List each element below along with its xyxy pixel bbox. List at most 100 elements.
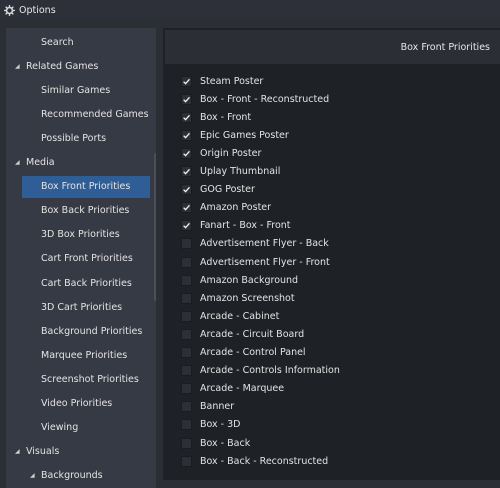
priority-label: Fanart - Box - Front — [200, 220, 291, 232]
title-bar: Options — [0, 0, 500, 20]
checkbox-unchecked[interactable] — [181, 437, 192, 449]
sidebar-item-label: Cart Front Priorities — [41, 253, 133, 265]
checkbox-checked[interactable] — [181, 93, 192, 105]
priority-row[interactable]: Fanart - Box - Front — [181, 217, 491, 235]
checkbox-checked[interactable] — [181, 220, 192, 232]
expand-arrow-icon[interactable]: ◢ — [15, 159, 20, 166]
checkbox-unchecked[interactable] — [181, 401, 192, 413]
sidebar-item-backgrounds[interactable]: ◢ Backgrounds — [6, 465, 156, 487]
sidebar-item-related-games[interactable]: ◢ Related Games — [6, 55, 156, 77]
sidebar-item-label: Box Back Priorities — [41, 205, 130, 217]
sidebar-item-label: Related Games — [26, 60, 99, 72]
checkmark-icon — [183, 114, 190, 121]
sidebar-item-label: Media — [26, 157, 55, 168]
sidebar-item-box-back-priorities[interactable]: Box Back Priorities — [6, 200, 156, 222]
sidebar-item-cart-back-priorities[interactable]: Cart Back Priorities — [6, 272, 156, 294]
priority-label: Arcade - Cabinet — [200, 310, 280, 322]
checkbox-unchecked[interactable] — [181, 383, 192, 395]
sidebar-item-marquee-priorities[interactable]: Marquee Priorities — [6, 344, 156, 366]
sidebar-item-box-front-priorities[interactable]: Box Front Priorities — [22, 175, 150, 198]
sidebar-item-label: Screenshot Priorities — [41, 373, 139, 385]
checkbox-unchecked[interactable] — [181, 256, 192, 268]
checkbox-checked[interactable] — [181, 111, 192, 123]
priority-label: Banner — [200, 401, 235, 413]
checkbox-checked[interactable] — [181, 75, 192, 87]
sidebar-item-search[interactable]: Search — [6, 31, 156, 53]
checkbox-checked[interactable] — [181, 129, 192, 141]
checkmark-icon — [183, 223, 190, 229]
priority-label: Box - Back — [200, 437, 251, 449]
expand-arrow-icon[interactable]: ◢ — [15, 448, 20, 455]
sidebar-item-cart-front-priorities[interactable]: Cart Front Priorities — [6, 248, 156, 270]
checkbox-checked[interactable] — [181, 147, 192, 159]
priority-row[interactable]: Amazon Screenshot — [181, 289, 491, 307]
sidebar-item-background-priorities[interactable]: Background Priorities — [6, 320, 156, 342]
sidebar-item-similar-games[interactable]: Similar Games — [6, 79, 156, 101]
main-panel: Box Front Priorities Steam Poster Box - F… — [163, 28, 500, 480]
checkbox-unchecked[interactable] — [181, 419, 192, 431]
options-sidebar: Search ◢ Related Games Similar Games Recomme… — [6, 28, 156, 488]
priority-row[interactable]: Advertisement Flyer - Back — [181, 235, 491, 253]
priority-label: Advertisement Flyer - Back — [200, 238, 329, 250]
sidebar-item-visuals[interactable]: ◢ Visuals — [6, 441, 156, 463]
priority-label: Arcade - Control Panel — [200, 347, 306, 358]
sidebar-item-viewing[interactable]: Viewing — [6, 417, 156, 439]
expand-arrow-icon[interactable]: ◢ — [30, 472, 35, 479]
sidebar-item-recommended-games[interactable]: Recommended Games — [6, 103, 156, 125]
priority-label: Box - 3D — [200, 419, 241, 431]
priority-row[interactable]: Steam Poster — [181, 72, 491, 90]
priority-row[interactable]: Box - Back - Reconstructed — [181, 452, 491, 470]
checkmark-icon — [183, 186, 190, 193]
checkbox-checked[interactable] — [181, 166, 192, 177]
sidebar-item-label: Possible Ports — [41, 132, 107, 144]
priority-row[interactable]: Advertisement Flyer - Front — [181, 253, 491, 271]
priority-row[interactable]: Banner — [181, 398, 491, 416]
priority-row[interactable]: Box - Back — [181, 434, 491, 452]
sidebar-item-video-priorities[interactable]: Video Priorities — [6, 393, 156, 415]
sidebar-item-possible-ports[interactable]: Possible Ports — [6, 127, 156, 149]
sidebar-item-label: Similar Games — [41, 84, 111, 96]
sidebar-item-media[interactable]: ◢ Media — [6, 152, 156, 174]
checkbox-unchecked[interactable] — [181, 292, 192, 304]
checkbox-checked[interactable] — [181, 202, 192, 214]
sidebar-item-label: Search — [41, 36, 74, 48]
priority-row[interactable]: Box - Front — [181, 108, 491, 126]
sidebar-item-label: Background Priorities — [41, 325, 143, 337]
checkbox-unchecked[interactable] — [181, 238, 192, 250]
priority-row[interactable]: Arcade - Controls Information — [181, 362, 491, 380]
priority-row[interactable]: GOG Poster — [181, 181, 491, 199]
priority-row[interactable]: Amazon Poster — [181, 199, 491, 217]
priority-row[interactable]: Box - Front - Reconstructed — [181, 90, 491, 108]
priority-row[interactable]: Box - 3D — [181, 416, 491, 434]
priority-row[interactable]: Arcade - Cabinet — [181, 307, 491, 325]
checkbox-checked[interactable] — [181, 184, 192, 196]
priority-row[interactable]: Arcade - Control Panel — [181, 344, 491, 362]
priority-row[interactable]: Amazon Background — [181, 271, 491, 289]
checkbox-unchecked[interactable] — [181, 365, 192, 377]
priority-label: Steam Poster — [200, 75, 264, 87]
priority-row[interactable]: Arcade - Marquee — [181, 380, 491, 398]
sidebar-item-label: Recommended Games — [41, 108, 149, 120]
checkbox-unchecked[interactable] — [181, 328, 192, 340]
sidebar-item-3d-cart-priorities[interactable]: 3D Cart Priorities — [6, 296, 156, 318]
checkbox-unchecked[interactable] — [181, 455, 192, 467]
priority-row[interactable]: Arcade - Circuit Board — [181, 325, 491, 343]
priority-row[interactable]: Origin Poster — [181, 144, 491, 162]
priority-row[interactable]: Epic Games Poster — [181, 126, 491, 144]
sidebar-item-label: Visuals — [26, 446, 60, 458]
panel-header: Box Front Priorities — [165, 30, 500, 64]
expand-arrow-icon[interactable]: ◢ — [15, 63, 20, 70]
sidebar-item-screenshot-priorities[interactable]: Screenshot Priorities — [6, 368, 156, 390]
checkmark-icon — [183, 205, 190, 211]
priority-label: Box - Back - Reconstructed — [200, 455, 329, 467]
priority-label: Arcade - Marquee — [200, 383, 285, 395]
gear-icon — [4, 4, 15, 16]
sidebar-item-3d-box-priorities[interactable]: 3D Box Priorities — [6, 224, 156, 246]
priority-label: Arcade - Circuit Board — [200, 328, 305, 340]
priority-row[interactable]: Uplay Thumbnail — [181, 163, 491, 181]
checkbox-unchecked[interactable] — [181, 274, 192, 286]
checkbox-unchecked[interactable] — [181, 347, 192, 358]
checkbox-unchecked[interactable] — [181, 310, 192, 322]
sidebar-item-label: 3D Cart Priorities — [41, 301, 123, 313]
checkmark-icon — [183, 168, 190, 175]
